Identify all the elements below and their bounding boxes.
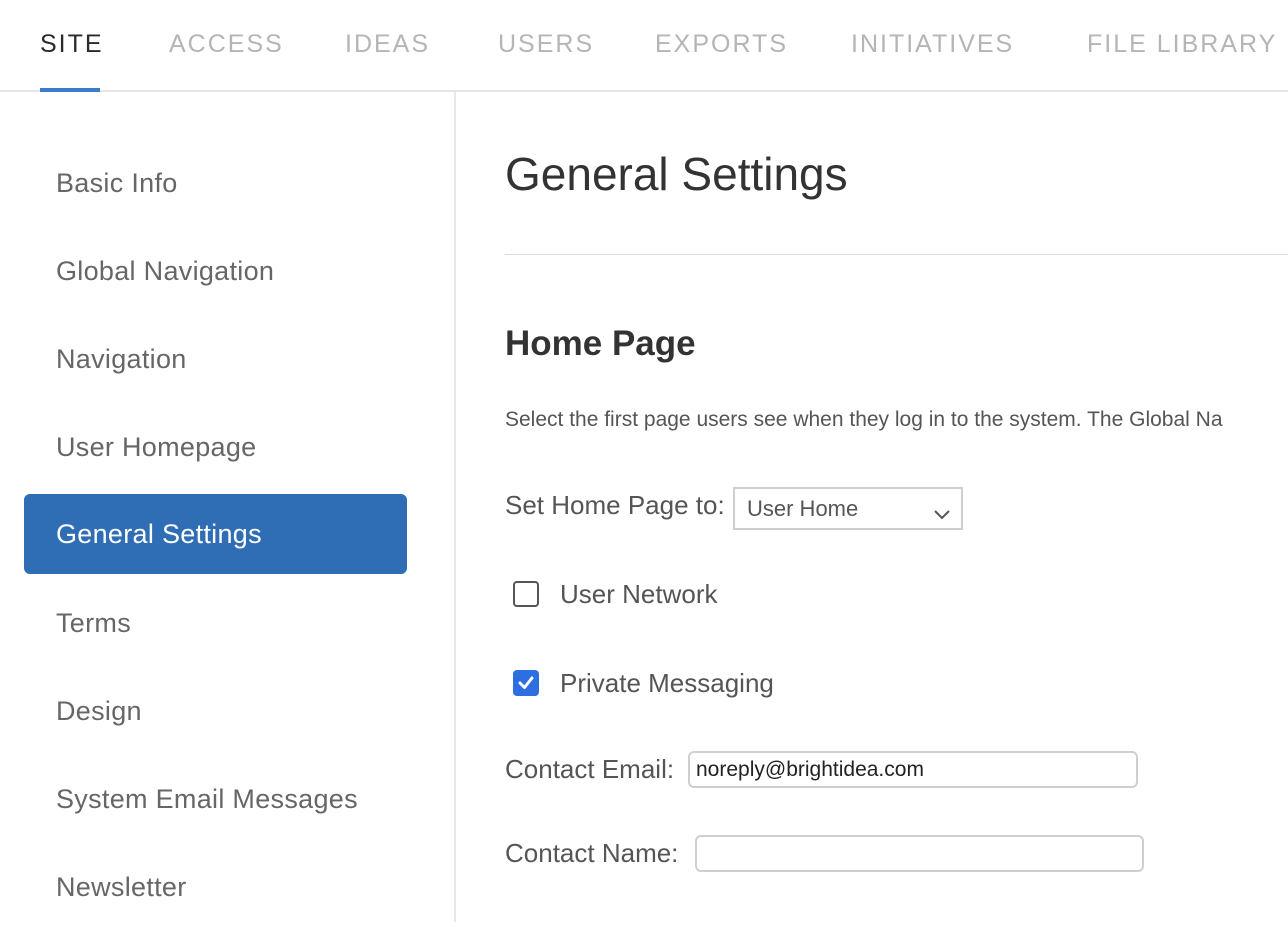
contact-name-label: Contact Name: xyxy=(505,838,679,868)
sidebar-item-system-email-messages[interactable]: System Email Messages xyxy=(24,759,407,839)
sidebar-item-general-settings[interactable]: General Settings xyxy=(24,494,407,574)
sidebar-item-navigation[interactable]: Navigation xyxy=(24,319,407,399)
home-page-select-value: User Home xyxy=(747,495,859,521)
title-divider xyxy=(505,254,1288,255)
sidebar-item-terms[interactable]: Terms xyxy=(24,583,407,663)
home-page-description: Select the first page users see when the… xyxy=(505,408,1223,431)
home-page-label: Set Home Page to: xyxy=(505,490,725,520)
chevron-down-icon xyxy=(933,501,951,527)
contact-email-field[interactable] xyxy=(688,751,1138,788)
tab-file-library[interactable]: FILE LIBRARY xyxy=(1087,30,1277,59)
settings-sidebar: Basic Info Global Navigation Navigation … xyxy=(0,92,456,922)
contact-email-label: Contact Email: xyxy=(505,754,675,784)
sidebar-item-user-homepage[interactable]: User Homepage xyxy=(24,407,407,487)
tab-exports[interactable]: EXPORTS xyxy=(655,30,788,59)
sidebar-item-design[interactable]: Design xyxy=(24,671,407,751)
private-messaging-label: Private Messaging xyxy=(560,668,774,698)
sidebar-item-basic-info[interactable]: Basic Info xyxy=(24,143,407,223)
tab-initiatives[interactable]: INITIATIVES xyxy=(851,30,1014,59)
page-title: General Settings xyxy=(505,148,848,200)
main-content: General Settings Home Page Select the fi… xyxy=(457,92,1288,922)
tab-access[interactable]: ACCESS xyxy=(169,30,284,59)
tab-ideas[interactable]: IDEAS xyxy=(345,30,430,59)
sidebar-item-global-navigation[interactable]: Global Navigation xyxy=(24,231,407,311)
check-icon xyxy=(518,676,534,689)
contact-name-field[interactable] xyxy=(695,835,1144,872)
sidebar-item-newsletter[interactable]: Newsletter xyxy=(24,847,407,927)
user-network-checkbox[interactable] xyxy=(513,581,539,607)
tab-site[interactable]: SITE xyxy=(40,30,104,59)
home-page-select[interactable]: User Home xyxy=(733,487,963,530)
top-tab-bar: SITE ACCESS IDEAS USERS EXPORTS INITIATI… xyxy=(0,0,1288,92)
tab-users[interactable]: USERS xyxy=(498,30,594,59)
private-messaging-checkbox[interactable] xyxy=(513,670,539,696)
section-title-home-page: Home Page xyxy=(505,324,696,363)
user-network-label: User Network xyxy=(560,579,718,609)
